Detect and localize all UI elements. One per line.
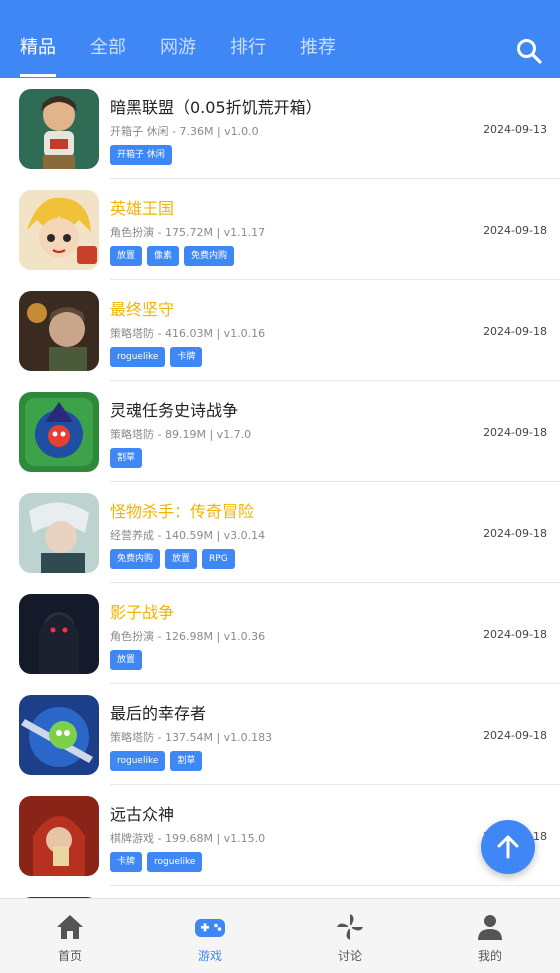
top-header: 精品 全部 网游 排行 推荐 — [0, 0, 560, 78]
pinwheel-icon — [337, 914, 363, 940]
tag[interactable]: roguelike — [110, 751, 166, 771]
game-icon — [19, 695, 99, 775]
release-date: 2024-09-18 — [483, 729, 547, 742]
game-title: 英雄王国 — [110, 199, 175, 218]
tag-list: 放置 — [110, 650, 147, 670]
game-title: 远古众神 — [110, 805, 175, 824]
nav-label: 讨论 — [337, 949, 362, 963]
game-meta: 棋牌游戏 - 199.68M | v1.15.0 — [110, 832, 266, 845]
tag[interactable]: roguelike — [110, 347, 166, 367]
game-icon — [19, 594, 99, 674]
tab-recommend[interactable]: 推荐 — [300, 33, 336, 77]
tag[interactable]: roguelike — [147, 852, 203, 872]
game-list-item[interactable]: 暗黑联盟（0.05折饥荒开箱） 开箱子 休闲 - 7.36M | v1.0.0 … — [0, 78, 560, 179]
tag[interactable]: RPG — [202, 549, 235, 569]
nav-label: 我的 — [477, 949, 502, 963]
game-title: 怪物杀手：传奇冒险 — [110, 502, 255, 521]
tab-ranking[interactable]: 排行 — [230, 33, 266, 77]
tag[interactable]: 像素 — [147, 246, 180, 266]
game-meta: 开箱子 休闲 - 7.36M | v1.0.0 — [110, 125, 259, 138]
tag-list: 割草 — [110, 448, 147, 468]
game-icon — [19, 796, 99, 876]
game-list: 暗黑联盟（0.05折饥荒开箱） 开箱子 休闲 - 7.36M | v1.0.0 … — [0, 78, 560, 898]
game-title: 最终坚守 — [110, 300, 175, 319]
tab-all[interactable]: 全部 — [90, 33, 126, 77]
game-list-item[interactable] — [0, 886, 560, 898]
game-title: 暗黑联盟（0.05折饥荒开箱） — [110, 98, 322, 117]
tag-list: 放置 像素 免费内购 — [110, 246, 239, 266]
user-icon — [478, 915, 502, 940]
nav-profile[interactable]: 我的 — [420, 899, 560, 973]
bottom-navigation: 首页 游戏 讨论 我的 — [0, 898, 560, 973]
nav-label: 游戏 — [197, 949, 222, 963]
tag[interactable]: 割草 — [170, 751, 203, 771]
tab-featured[interactable]: 精品 — [20, 33, 56, 77]
game-list-item[interactable]: 怪物杀手：传奇冒险 经营养成 - 140.59M | v3.0.14 2024-… — [0, 482, 560, 583]
game-meta: 策略塔防 - 416.03M | v1.0.16 — [110, 327, 266, 340]
tab-online[interactable]: 网游 — [160, 33, 196, 77]
arrow-up-icon — [497, 835, 519, 859]
category-tabs: 精品 全部 网游 排行 推荐 — [20, 33, 370, 77]
game-meta: 经营养成 - 140.59M | v3.0.14 — [110, 529, 266, 542]
tag[interactable]: 割草 — [110, 448, 143, 468]
game-list-item[interactable]: 灵魂任务史诗战争 策略塔防 - 89.19M | v1.7.0 2024-09-… — [0, 381, 560, 482]
game-list-item[interactable]: 远古众神 棋牌游戏 - 199.68M | v1.15.0 2024-09-18… — [0, 785, 560, 886]
game-icon — [19, 190, 99, 270]
nav-label: 首页 — [57, 949, 82, 963]
game-icon — [19, 392, 99, 472]
tag[interactable]: 放置 — [165, 549, 198, 569]
home-icon — [57, 915, 83, 939]
tag-list: 免费内购 放置 RPG — [110, 549, 240, 569]
tag[interactable]: 卡牌 — [110, 852, 143, 872]
nav-discussion[interactable]: 讨论 — [280, 899, 420, 973]
search-icon[interactable] — [516, 38, 542, 64]
tag[interactable]: 免费内购 — [110, 549, 161, 569]
tag[interactable]: 免费内购 — [184, 246, 235, 266]
game-title: 影子战争 — [110, 603, 175, 622]
game-meta: 策略塔防 - 137.54M | v1.0.183 — [110, 731, 273, 744]
gamepad-icon — [195, 919, 225, 937]
nav-games[interactable]: 游戏 — [140, 899, 280, 973]
tag[interactable]: 放置 — [110, 650, 143, 670]
release-date: 2024-09-13 — [483, 123, 547, 136]
tag[interactable]: 放置 — [110, 246, 143, 266]
release-date: 2024-09-18 — [483, 527, 547, 540]
game-meta: 角色扮演 - 126.98M | v1.0.36 — [110, 630, 266, 643]
release-date: 2024-09-18 — [483, 325, 547, 338]
tag[interactable]: 卡牌 — [170, 347, 203, 367]
tag-list: roguelike 卡牌 — [110, 347, 207, 367]
game-icon — [19, 493, 99, 573]
tag-list: roguelike 割草 — [110, 751, 207, 771]
tag-list: 卡牌 roguelike — [110, 852, 207, 872]
game-meta: 角色扮演 - 175.72M | v1.1.17 — [110, 226, 266, 239]
tag-list: 开箱子 休闲 — [110, 145, 177, 165]
tag[interactable]: 开箱子 休闲 — [110, 145, 172, 165]
release-date: 2024-09-18 — [483, 628, 547, 641]
game-list-item[interactable]: 影子战争 角色扮演 - 126.98M | v1.0.36 2024-09-18… — [0, 583, 560, 684]
game-list-item[interactable]: 英雄王国 角色扮演 - 175.72M | v1.1.17 2024-09-18… — [0, 179, 560, 280]
game-title: 最后的幸存者 — [110, 704, 207, 723]
release-date: 2024-09-18 — [483, 224, 547, 237]
game-list-item[interactable]: 最终坚守 策略塔防 - 416.03M | v1.0.16 2024-09-18… — [0, 280, 560, 381]
game-list-item[interactable]: 最后的幸存者 策略塔防 - 137.54M | v1.0.183 2024-09… — [0, 684, 560, 785]
release-date: 2024-09-18 — [483, 426, 547, 439]
game-meta: 策略塔防 - 89.19M | v1.7.0 — [110, 428, 252, 441]
game-icon — [19, 291, 99, 371]
nav-home[interactable]: 首页 — [0, 899, 140, 973]
scroll-to-top-button[interactable] — [481, 820, 535, 874]
game-icon — [19, 89, 99, 169]
game-title: 灵魂任务史诗战争 — [110, 401, 239, 420]
